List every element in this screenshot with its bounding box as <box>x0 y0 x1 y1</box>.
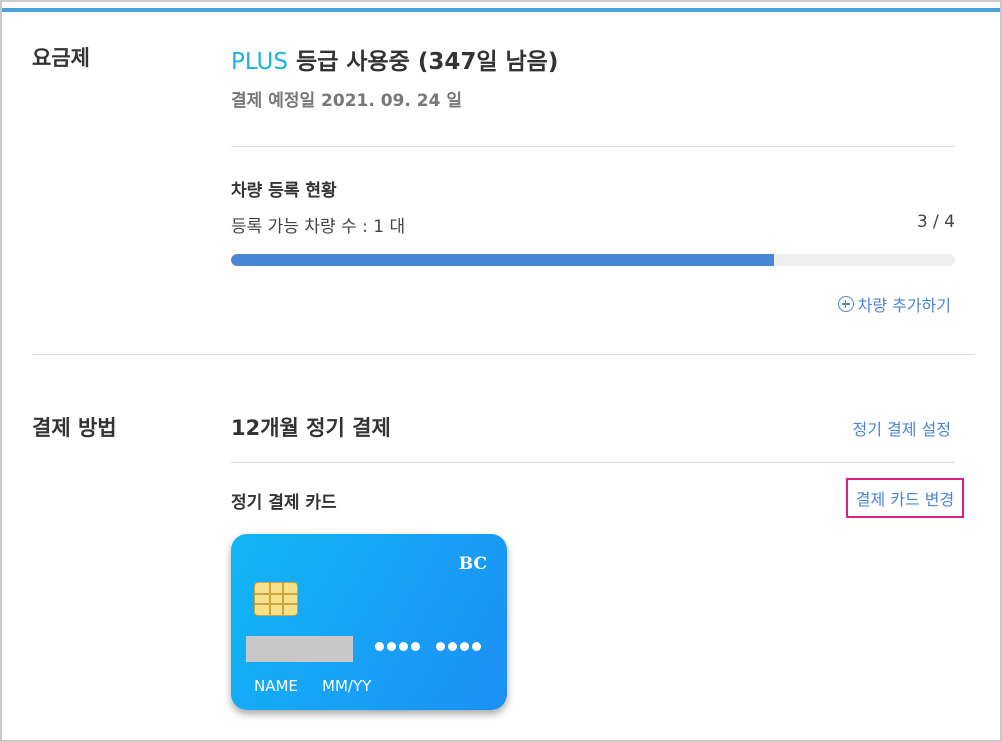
change-card-label: 결제 카드 변경 <box>855 490 955 509</box>
divider <box>231 462 955 463</box>
change-card-button[interactable]: 결제 카드 변경 <box>846 478 964 518</box>
billing-panel: 요금제 PLUS 등급 사용중 (347일 남음) 결제 예정일 2021. 0… <box>0 0 1002 742</box>
vehicles-progress-fill <box>231 254 774 266</box>
billing-date: 결제 예정일 2021. 09. 24 일 <box>231 91 462 111</box>
vehicles-progress-bar <box>231 254 955 266</box>
top-accent-bar <box>2 8 1000 12</box>
card-number-dots <box>436 642 481 651</box>
vehicles-count: 3 / 4 <box>916 212 955 232</box>
card-issuer: BC <box>458 554 487 574</box>
divider <box>231 146 955 147</box>
card-heading: 정기 결제 카드 <box>231 493 337 513</box>
card-number-masked-block <box>246 636 353 662</box>
card-expiry: MM/YY <box>322 677 372 695</box>
plan-section-label: 요금제 <box>32 46 90 70</box>
add-vehicle-label: 차량 추가하기 <box>857 296 951 315</box>
section-divider <box>32 354 974 355</box>
plan-status: 등급 사용중 (347일 남음) <box>296 49 559 75</box>
card-number-dots <box>375 642 420 651</box>
payment-title: 12개월 정기 결제 <box>231 416 391 440</box>
plan-title: PLUS 등급 사용중 (347일 남음) <box>231 42 558 76</box>
vehicles-row: 등록 가능 차량 수 : 1 대 3 / 4 <box>231 212 955 237</box>
payment-section-label: 결제 방법 <box>32 416 117 440</box>
vehicles-heading: 차량 등록 현황 <box>231 181 337 201</box>
credit-card: BC NAME MM/YY <box>231 534 507 710</box>
add-vehicle-button[interactable]: 차량 추가하기 <box>837 292 951 316</box>
card-name: NAME <box>254 677 298 695</box>
vehicles-available-label: 등록 가능 차량 수 : 1 대 <box>231 217 406 237</box>
recurring-payment-settings-link[interactable]: 정기 결제 설정 <box>853 416 952 440</box>
chip-icon <box>254 582 298 616</box>
plus-circle-icon <box>837 296 854 312</box>
plan-tier: PLUS <box>231 49 288 75</box>
